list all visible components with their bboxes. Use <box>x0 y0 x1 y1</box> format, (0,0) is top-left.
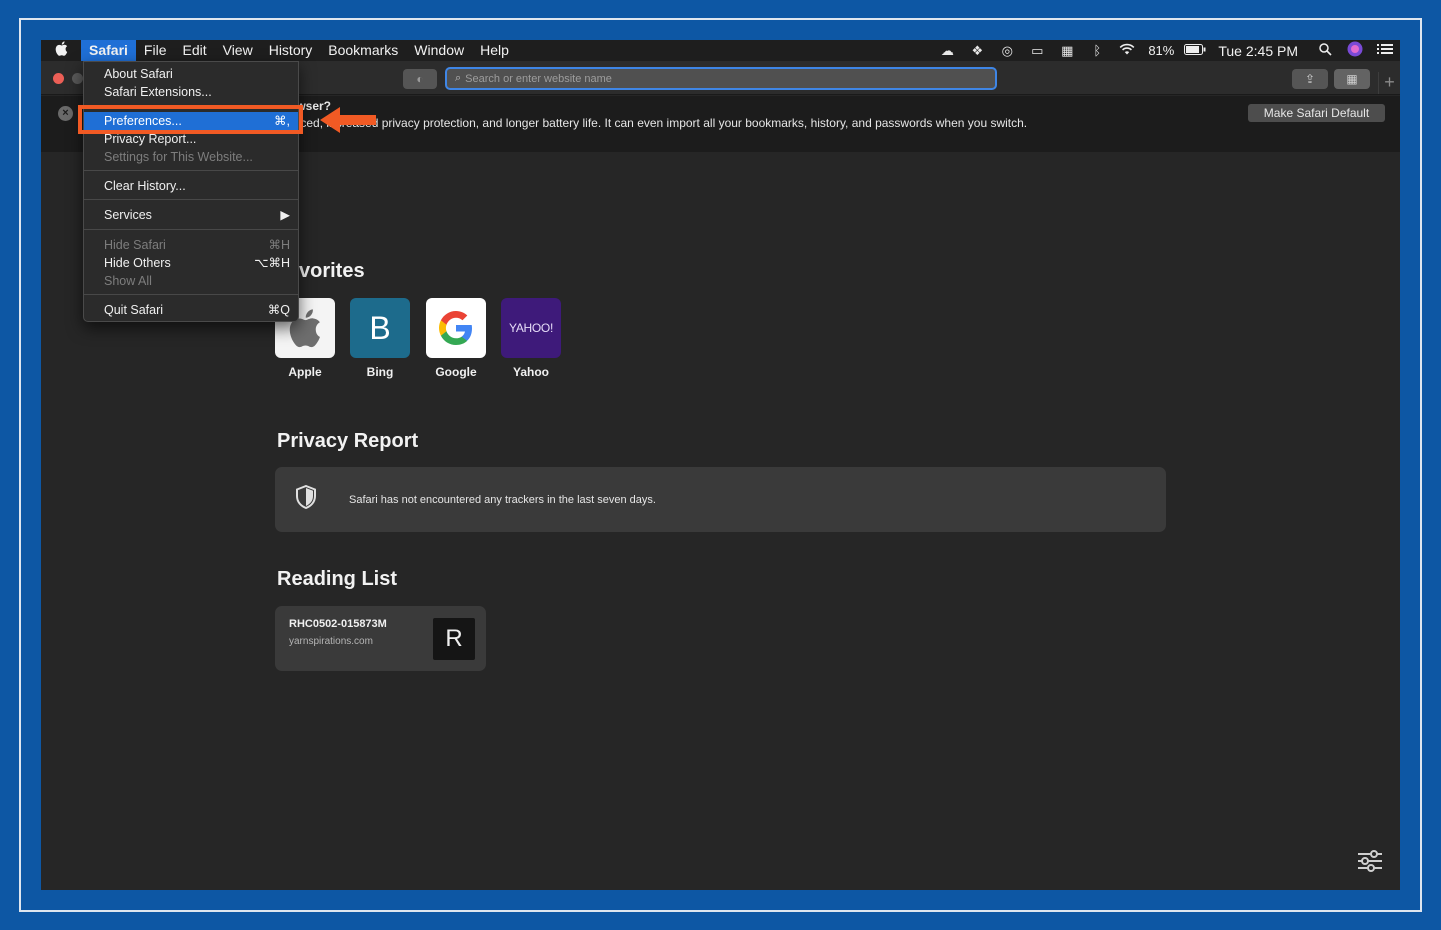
menu-about-safari[interactable]: About Safari <box>84 65 298 83</box>
menu-clear-history[interactable]: Clear History... <box>84 177 298 195</box>
reading-item-title: RHC0502-015873M <box>289 618 387 630</box>
menu-quit-safari[interactable]: Quit Safari ⌘Q <box>84 301 298 319</box>
menu-separator <box>84 105 298 106</box>
privacy-report-message: Safari has not encountered any trackers … <box>349 493 656 506</box>
privacy-report-title: Privacy Report <box>277 430 419 452</box>
tab-overview-button[interactable]: ▦ <box>1334 69 1370 89</box>
menu-safari[interactable]: Safari <box>81 40 136 61</box>
menu-settings-for-website: Settings for This Website... <box>104 150 253 164</box>
customize-start-page-icon[interactable] <box>1357 850 1383 872</box>
minimize-window-button[interactable] <box>72 73 83 84</box>
reading-list-title: Reading List <box>277 568 398 590</box>
menu-help[interactable]: Help <box>472 40 517 61</box>
menu-hide-others[interactable]: Hide Others ⌥⌘H <box>84 254 298 272</box>
menu-hide-safari: Hide Safari ⌘H <box>84 236 298 254</box>
reading-item-site: yarnspirations.com <box>289 636 373 647</box>
favorite-label: Bing <box>366 365 394 379</box>
favorite-google[interactable]: Google <box>425 298 487 379</box>
submenu-arrow-icon: ▶ <box>280 208 290 222</box>
bluetooth-icon[interactable]: ᛒ <box>1082 43 1112 58</box>
menu-separator <box>84 170 298 171</box>
menu-quit-label: Quit Safari <box>104 303 164 317</box>
menu-quit-shortcut: ⌘Q <box>267 303 290 317</box>
menu-separator <box>84 294 298 295</box>
share-button[interactable]: ⇪ <box>1292 69 1328 89</box>
menu-separator <box>84 199 298 200</box>
menu-bar: Safari File Edit View History Bookmarks … <box>41 40 1400 61</box>
menu-safari-extensions[interactable]: Safari Extensions... <box>84 83 298 101</box>
search-icon: ⌕ <box>455 72 462 84</box>
menu-hide-others-shortcut: ⌥⌘H <box>254 256 290 270</box>
arrow-left-icon <box>320 107 376 133</box>
favorite-label: Apple <box>288 365 322 379</box>
safari-menu-dropdown: About Safari Safari Extensions... Prefer… <box>83 61 299 322</box>
menu-history[interactable]: History <box>261 40 321 61</box>
menu-separator <box>84 229 298 230</box>
menu-view[interactable]: View <box>215 40 261 61</box>
favorite-bing[interactable]: B Bing <box>349 298 411 379</box>
screen: Safari File Edit View History Bookmarks … <box>41 40 1400 890</box>
accessibility-icon[interactable]: ◎ <box>992 43 1022 59</box>
menu-bookmarks[interactable]: Bookmarks <box>320 40 406 61</box>
shield-icon <box>295 484 321 514</box>
notification-center-icon[interactable] <box>1370 43 1400 58</box>
siri-icon[interactable] <box>1340 41 1370 60</box>
menu-hide-others-label: Hide Others <box>104 256 171 270</box>
menu-services[interactable]: Services ▶ <box>84 206 298 224</box>
menu-preferences-label: Preferences... <box>104 114 182 128</box>
menu-privacy-report[interactable]: Privacy Report... <box>84 130 298 148</box>
reading-item-thumbnail: R <box>433 618 475 660</box>
favorite-label: Google <box>435 365 477 379</box>
calculator-icon[interactable]: ▦ <box>1052 43 1082 59</box>
status-area: ☁ ❖ ◎ ▭ ▦ ᛒ 81% Tue 2:45 PM <box>932 40 1400 61</box>
battery-icon[interactable] <box>1180 43 1210 58</box>
menu-preferences-shortcut: ⌘, <box>274 114 290 128</box>
airplay-icon[interactable]: ▭ <box>1022 43 1052 59</box>
privacy-report-card[interactable]: Safari has not encountered any trackers … <box>275 467 1166 532</box>
menu-preferences[interactable]: Preferences... ⌘, <box>84 112 298 130</box>
apple-menu-icon[interactable] <box>41 41 81 60</box>
favorite-yahoo[interactable]: YAHOO! Yahoo <box>500 298 562 379</box>
menu-hide-safari-label: Hide Safari <box>104 238 166 252</box>
menu-services-label: Services <box>104 208 152 222</box>
menu-file[interactable]: File <box>136 40 175 61</box>
menu-edit[interactable]: Edit <box>174 40 214 61</box>
favorite-label: Yahoo <box>512 365 549 379</box>
menubar-clock[interactable]: Tue 2:45 PM <box>1210 43 1310 59</box>
dropbox-icon[interactable]: ❖ <box>962 43 992 59</box>
favorites-title: vorites <box>299 260 365 282</box>
battery-percent: 81% <box>1148 43 1175 58</box>
spotlight-search-icon[interactable] <box>1310 42 1340 59</box>
menu-show-all: Show All <box>104 274 152 288</box>
reading-list-item[interactable]: RHC0502-015873M yarnspirations.com R <box>275 606 486 671</box>
address-bar[interactable]: ⌕ Search or enter website name <box>445 67 997 90</box>
address-placeholder: Search or enter website name <box>465 72 612 85</box>
bing-letter-icon: B <box>350 298 410 358</box>
wifi-icon[interactable] <box>1112 43 1142 58</box>
creative-cloud-icon[interactable]: ☁ <box>932 43 962 59</box>
banner-close-icon[interactable]: × <box>58 106 73 121</box>
new-tab-button[interactable]: + <box>1378 72 1400 94</box>
menu-hide-safari-shortcut: ⌘H <box>268 238 290 252</box>
make-safari-default-button[interactable]: Make Safari Default <box>1248 104 1385 122</box>
menu-window[interactable]: Window <box>406 40 472 61</box>
banner-text: manced, increased privacy protection, an… <box>277 116 1028 130</box>
yahoo-logo-icon: YAHOO! <box>501 298 561 358</box>
close-window-button[interactable] <box>53 73 64 84</box>
privacy-shield-button[interactable]: ◐ <box>403 69 437 89</box>
google-logo-icon <box>426 298 486 358</box>
